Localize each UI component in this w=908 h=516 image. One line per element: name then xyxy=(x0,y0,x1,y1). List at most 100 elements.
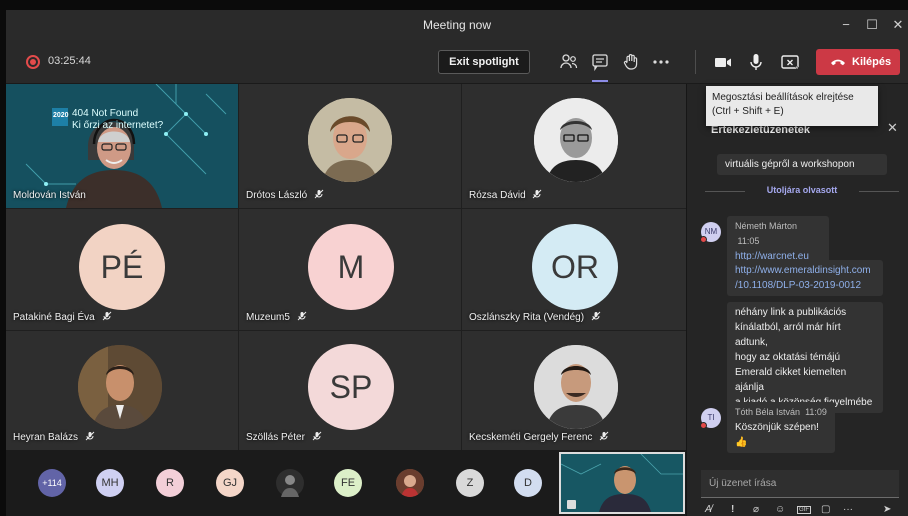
message-meta: Németh Márton 11:05 xyxy=(735,219,821,249)
chat-avatar-initials: NM xyxy=(704,227,718,236)
strip-avatar[interactable]: FE xyxy=(334,469,362,497)
raise-hand-icon[interactable] xyxy=(620,51,642,73)
participant-name-row: Szöllás Péter xyxy=(246,431,322,443)
toolbar-separator xyxy=(695,50,696,74)
chat-message: néhány link a publikációs kínálatból, ar… xyxy=(727,302,883,413)
emoji-icon[interactable]: ☺ xyxy=(775,504,785,515)
participant-photo xyxy=(534,98,618,182)
message-author: Tóth Béla István xyxy=(735,407,801,417)
mic-off-icon xyxy=(312,431,322,441)
participants-icon[interactable] xyxy=(558,51,580,73)
send-icon[interactable]: ➤ xyxy=(883,504,891,515)
presentation-year: 2020 xyxy=(53,112,69,119)
attach-icon[interactable]: ⌀ xyxy=(753,504,759,515)
video-tile[interactable]: SP Szöllás Péter xyxy=(239,331,461,450)
message-link-cont[interactable]: /10.1108/DLP-03-2019-0012 xyxy=(735,278,875,293)
strip-avatar-photo[interactable] xyxy=(396,469,424,497)
divider-line xyxy=(859,191,899,192)
leave-label: Kilépés xyxy=(852,56,892,68)
chat-avatar: NM xyxy=(700,222,721,243)
presentation-title: 404 Not Found xyxy=(72,108,139,119)
mic-off-icon xyxy=(599,431,609,441)
close-chat-button[interactable]: ✕ xyxy=(887,120,898,136)
overflow-participants[interactable]: +114 xyxy=(38,469,66,497)
participant-name: Muzeum5 xyxy=(246,312,290,323)
mic-off-icon xyxy=(533,189,542,199)
strip-avatar[interactable]: R xyxy=(156,469,184,497)
video-tile[interactable]: M Muzeum5 xyxy=(239,209,461,330)
busy-status-icon xyxy=(700,236,707,243)
participant-photo xyxy=(308,98,392,182)
participant-name-row: Patakiné Bagi Éva xyxy=(13,311,112,323)
chat-message: http://www.emeraldinsight.com /10.1108/D… xyxy=(727,260,883,296)
participant-photo xyxy=(534,345,618,429)
participant-name-row: Drótos László xyxy=(246,189,324,201)
compose-toolbar: A̸ ! ⌀ ☺ GIF ▢ ··· ➤ xyxy=(701,504,899,516)
message-meta: Tóth Béla István 11:09 xyxy=(735,405,827,420)
video-tile[interactable]: Kecskeméti Gergely Ferenc xyxy=(462,331,686,450)
chat-panel: Értekezletüzenetek ✕ virtuális gépről a … xyxy=(686,84,908,516)
close-window-button[interactable]: ✕ xyxy=(886,14,908,36)
participant-name: Rózsa Dávid xyxy=(469,190,526,201)
message-text-line: Emerald cikket kiemelten ajánlja xyxy=(735,367,847,393)
sticker-icon[interactable]: ▢ xyxy=(821,504,830,515)
camera-icon[interactable] xyxy=(712,51,734,73)
video-tile[interactable]: OR Oszlánszky Rita (Vendég) xyxy=(462,209,686,330)
more-icon[interactable] xyxy=(650,51,672,73)
participant-name: Drótos László xyxy=(246,190,308,201)
strip-avatar[interactable]: MH xyxy=(96,469,124,497)
chat-message-previous: virtuális gépről a workshopon xyxy=(717,154,887,175)
video-tile[interactable]: PÉ Patakiné Bagi Éva xyxy=(6,209,238,330)
message-text-line: kínálatból, arról már hírt adtunk, xyxy=(735,322,841,348)
mic-off-icon xyxy=(314,189,324,199)
last-read-divider: Utoljára olvasott xyxy=(705,185,899,199)
video-tile[interactable]: Rózsa Dávid xyxy=(462,84,686,208)
participant-initials: SP xyxy=(308,344,394,430)
last-read-label: Utoljára olvasott xyxy=(766,185,838,195)
share-tray-tooltip: Megosztási beállítások elrejtése (Ctrl +… xyxy=(706,86,878,126)
format-icon[interactable]: A̸ xyxy=(705,504,712,515)
participant-name: Heyran Balázs xyxy=(13,432,79,443)
message-author: Németh Márton xyxy=(735,221,798,231)
participant-name: Kecskeméti Gergely Ferenc xyxy=(469,432,593,443)
share-tray-icon[interactable] xyxy=(779,51,801,73)
presentation-subtitle: Ki őrzi az internetet? xyxy=(72,120,164,131)
video-tile[interactable]: 2020 404 Not Found Ki őrzi az internetet… xyxy=(6,84,238,208)
meeting-toolbar: 03:25:44 Exit spotlight Kilépés xyxy=(6,40,908,84)
video-tile[interactable]: Heyran Balázs xyxy=(6,331,238,450)
recording-icon xyxy=(26,55,40,69)
chat-avatar: TI xyxy=(700,408,721,429)
participant-name-row: Kecskeméti Gergely Ferenc xyxy=(469,431,609,443)
chat-icon[interactable] xyxy=(589,51,611,73)
self-view-video[interactable] xyxy=(559,452,685,514)
strip-avatar[interactable]: D xyxy=(514,469,542,497)
participant-photo xyxy=(78,345,162,429)
teams-window: Meeting now − ☐ ✕ 03:25:44 Exit spotligh… xyxy=(6,10,908,516)
window-title: Meeting now xyxy=(422,18,492,32)
message-text: Köszönjük szépen!👍 xyxy=(735,422,819,448)
hang-up-icon xyxy=(831,59,845,66)
mic-icon[interactable] xyxy=(745,51,767,73)
strip-avatar[interactable]: Z xyxy=(456,469,484,497)
busy-status-icon xyxy=(700,422,707,429)
video-tile[interactable]: Drótos László xyxy=(239,84,461,208)
minimize-button[interactable]: − xyxy=(834,14,858,36)
strip-avatar-photo[interactable] xyxy=(276,469,304,497)
leave-button[interactable]: Kilépés xyxy=(816,49,900,75)
meeting-timer: 03:25:44 xyxy=(48,55,91,67)
maximize-button[interactable]: ☐ xyxy=(860,14,884,36)
message-text-line: néhány link a publikációs xyxy=(735,307,847,318)
gif-icon[interactable]: GIF xyxy=(797,506,811,514)
message-time: 11:05 xyxy=(737,236,760,246)
compose-message-input[interactable]: Új üzenet írása xyxy=(701,470,899,498)
message-link[interactable]: http://www.emeraldinsight.com xyxy=(735,263,875,278)
strip-avatar[interactable]: GJ xyxy=(216,469,244,497)
chat-active-indicator xyxy=(592,80,608,82)
mic-off-icon xyxy=(85,431,95,441)
more-options-icon[interactable]: ··· xyxy=(843,504,853,515)
important-icon[interactable]: ! xyxy=(731,504,734,515)
exit-spotlight-button[interactable]: Exit spotlight xyxy=(438,50,530,74)
mic-off-icon xyxy=(297,311,307,321)
participant-initials: OR xyxy=(532,224,618,310)
participant-name: Oszlánszky Rita (Vendég) xyxy=(469,312,585,323)
